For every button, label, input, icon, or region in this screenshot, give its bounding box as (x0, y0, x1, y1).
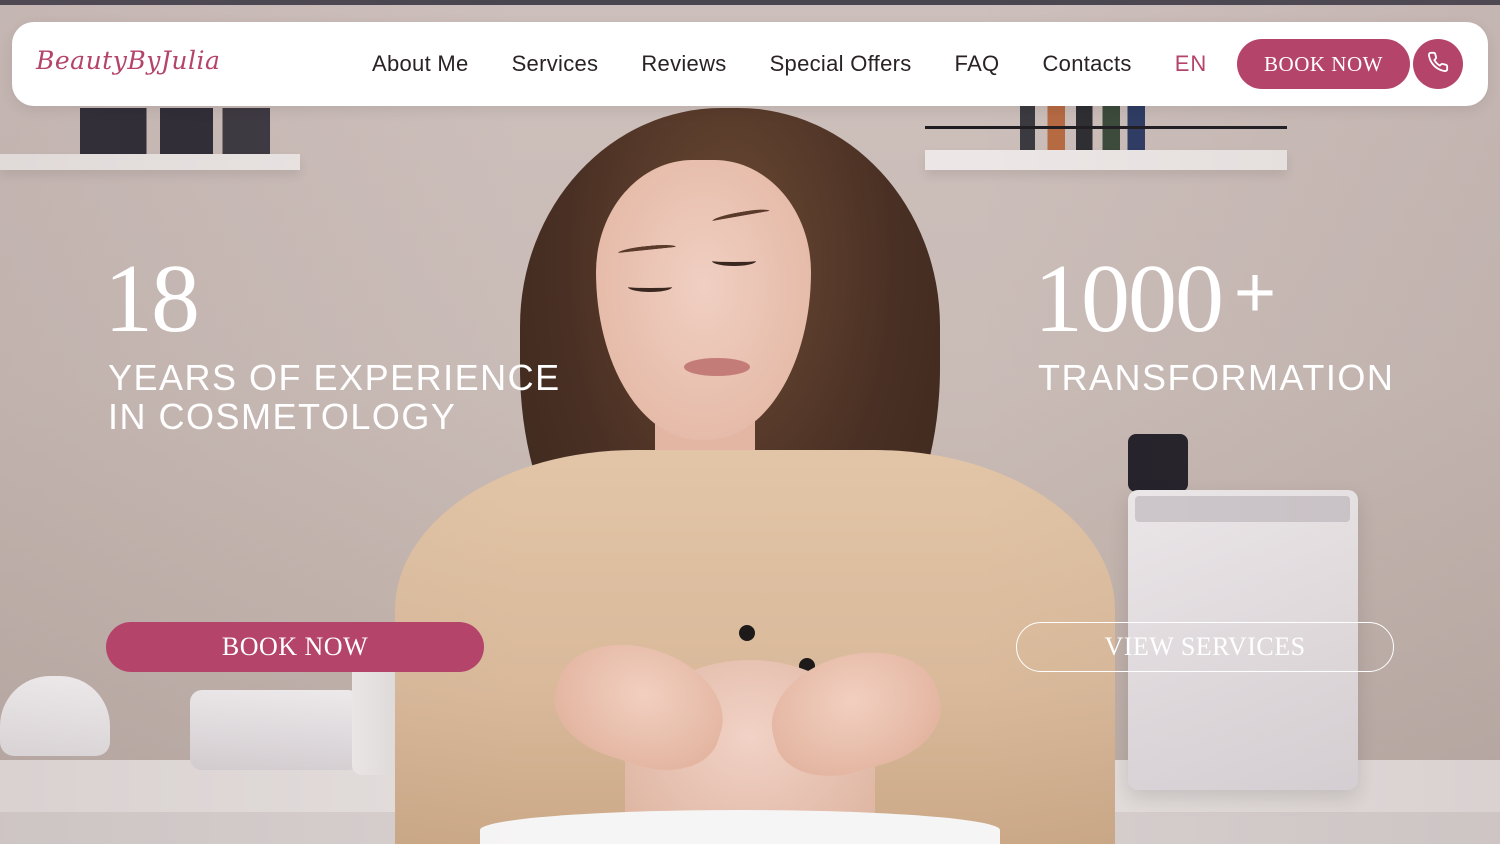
brand-logo[interactable]: BeautyByJulia (36, 46, 220, 75)
experience-label: YEARS OF EXPERIENCE IN COSMETOLOGY (108, 357, 561, 437)
nav-reviews[interactable]: Reviews (641, 51, 726, 77)
book-now-nav-button[interactable]: BOOK NOW (1237, 39, 1410, 89)
nav-services[interactable]: Services (512, 51, 599, 77)
book-now-hero-button[interactable]: BOOK NOW (106, 622, 484, 672)
nav-contacts[interactable]: Contacts (1042, 51, 1131, 77)
transformations-number: 1000 + (1034, 250, 1276, 348)
nav-about-me[interactable]: About Me (372, 51, 469, 77)
nav-links: About Me Services Reviews Special Offers… (372, 22, 1207, 106)
phone-button[interactable] (1413, 39, 1463, 89)
experience-years-number: 18 (104, 245, 200, 353)
transformations-suffix: + (1234, 253, 1276, 333)
view-services-button[interactable]: VIEW SERVICES (1016, 622, 1394, 672)
phone-icon (1427, 51, 1449, 77)
nav-faq[interactable]: FAQ (955, 51, 1000, 77)
navbar: BeautyByJulia About Me Services Reviews … (12, 22, 1488, 106)
transformations-count: 1000 (1034, 245, 1224, 353)
nav-special-offers[interactable]: Special Offers (770, 51, 912, 77)
transformations-label: TRANSFORMATION (1038, 357, 1395, 398)
language-selector[interactable]: EN (1175, 51, 1208, 77)
